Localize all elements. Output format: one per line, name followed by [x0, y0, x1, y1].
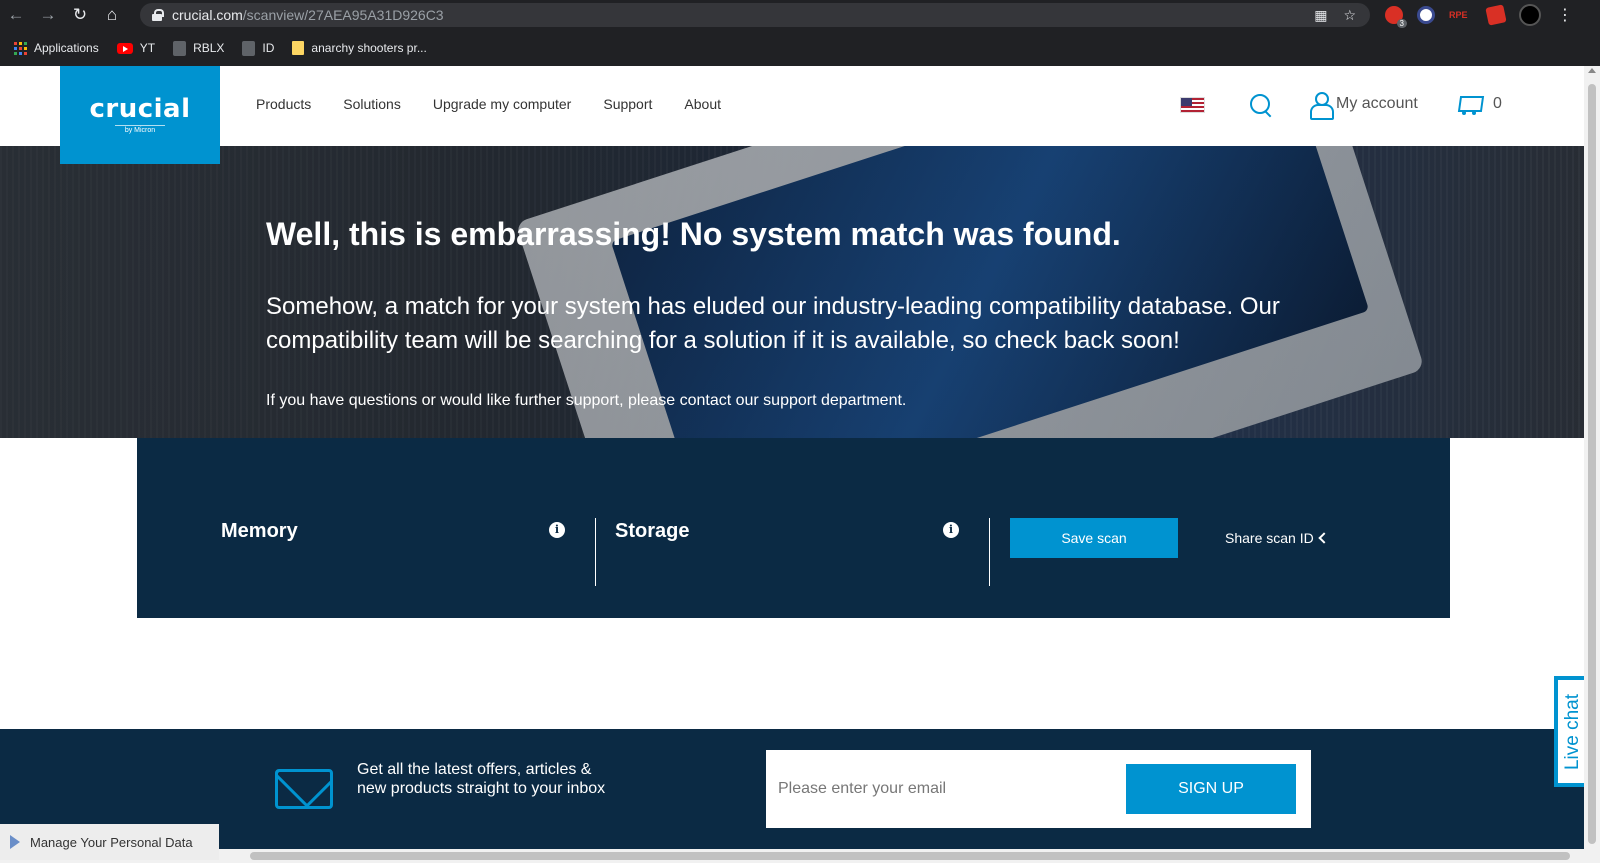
- extension-roblox-icon[interactable]: [1485, 4, 1507, 26]
- share-label: Share scan ID: [1225, 530, 1314, 546]
- url-host: crucial.com: [172, 7, 243, 23]
- account-label: My account: [1336, 95, 1418, 112]
- save-scan-button[interactable]: Save scan: [1010, 518, 1178, 558]
- folder-icon: [292, 41, 305, 55]
- bookmarks-bar: Applications YT RBLX ID anarchy shooters…: [0, 30, 1600, 66]
- user-icon: [1310, 92, 1334, 120]
- bookmark-label: ID: [262, 41, 275, 55]
- bookmark-yt[interactable]: YT: [116, 41, 156, 55]
- extensions-bar: 3 RPE ⋮: [1385, 0, 1573, 30]
- omnibox-actions: ▦ ☆: [1314, 3, 1356, 27]
- play-icon: [10, 835, 20, 849]
- divider: [989, 518, 990, 586]
- page-icon: [242, 40, 256, 56]
- main-nav: Products Solutions Upgrade my computer S…: [256, 96, 721, 112]
- bookmark-label: anarchy shooters pr...: [311, 41, 427, 55]
- bookmark-label: YT: [139, 41, 156, 55]
- url-path: /scanview/27AEA95A31D926C3: [242, 7, 444, 23]
- search-icon[interactable]: [1250, 94, 1272, 116]
- scan-results-panel: Memory i Storage i: [137, 438, 1450, 618]
- bookmark-label: RBLX: [193, 41, 225, 55]
- back-arrow-icon[interactable]: ←: [0, 0, 32, 30]
- cart-link[interactable]: 0: [1455, 92, 1502, 116]
- nav-support[interactable]: Support: [603, 96, 652, 112]
- bookmark-rblx[interactable]: RBLX: [173, 40, 225, 56]
- translate-icon[interactable]: ▦: [1314, 7, 1327, 24]
- support-text[interactable]: If you have questions or would like furt…: [266, 392, 906, 410]
- lock-icon: [152, 9, 164, 21]
- bookmark-applications[interactable]: Applications: [14, 41, 99, 55]
- address-bar[interactable]: crucial.com /scanview/27AEA95A31D926C3 ▦…: [140, 3, 1370, 27]
- crucial-logo[interactable]: crucial by Micron: [60, 66, 220, 164]
- page-icon: [173, 40, 187, 56]
- bookmark-anarchy-shooters[interactable]: anarchy shooters pr...: [292, 41, 427, 55]
- share-scan-id-button[interactable]: Share scan ID: [1225, 530, 1330, 546]
- memory-info-icon[interactable]: i: [549, 522, 565, 538]
- storage-label: Storage: [615, 520, 690, 542]
- memory-label: Memory: [221, 520, 298, 542]
- envelope-icon: [275, 769, 333, 809]
- forward-arrow-icon[interactable]: →: [32, 0, 64, 30]
- hero-title: Well, this is embarrassing! No system ma…: [266, 216, 1121, 252]
- email-input[interactable]: [778, 770, 1108, 808]
- extension-tag-label: RPE: [1449, 10, 1468, 20]
- horizontal-scrollbar-thumb[interactable]: [250, 852, 1570, 860]
- my-account-link[interactable]: My account: [1310, 92, 1418, 120]
- hero-paragraph: Somehow, a match for your system has elu…: [266, 293, 1280, 354]
- nav-solutions[interactable]: Solutions: [343, 96, 401, 112]
- bookmark-star-icon[interactable]: ☆: [1343, 7, 1356, 24]
- cart-count: 0: [1493, 95, 1502, 112]
- browser-menu-icon[interactable]: ⋮: [1557, 5, 1573, 25]
- logo-subtext: by Micron: [114, 125, 166, 134]
- hero-banner: Well, this is embarrassing! No system ma…: [0, 146, 1584, 438]
- nav-about[interactable]: About: [684, 96, 721, 112]
- extension-block-icon[interactable]: [1417, 6, 1435, 24]
- manage-personal-data-button[interactable]: Manage Your Personal Data: [0, 824, 219, 860]
- nav-upgrade-my-computer[interactable]: Upgrade my computer: [433, 96, 572, 112]
- extension-alert-icon[interactable]: 3: [1385, 6, 1407, 28]
- logo-text: crucial: [89, 94, 191, 124]
- bookmark-id[interactable]: ID: [242, 40, 275, 56]
- home-icon[interactable]: ⌂: [96, 0, 128, 30]
- vertical-scrollbar-thumb[interactable]: [1588, 84, 1596, 844]
- scroll-up-arrow-icon[interactable]: [1588, 68, 1596, 73]
- divider: [595, 518, 596, 586]
- reload-icon[interactable]: ↻: [64, 0, 96, 30]
- chevron-left-icon: [1318, 532, 1330, 544]
- storage-info-icon[interactable]: i: [943, 522, 959, 538]
- cart-icon: [1455, 92, 1481, 116]
- bookmark-label: Applications: [34, 41, 99, 55]
- manage-data-label: Manage Your Personal Data: [30, 834, 193, 850]
- profile-avatar-icon[interactable]: [1519, 4, 1541, 26]
- extension-tag-icon[interactable]: RPE: [1449, 6, 1473, 24]
- live-chat-button[interactable]: Live chat: [1554, 676, 1588, 787]
- extension-badge: 3: [1396, 19, 1407, 28]
- live-chat-label: Live chat: [1562, 693, 1584, 770]
- youtube-icon: [116, 42, 133, 54]
- nav-products[interactable]: Products: [256, 96, 311, 112]
- newsletter-text: Get all the latest offers, articles & ne…: [357, 761, 606, 797]
- us-flag-icon[interactable]: [1180, 97, 1205, 113]
- apps-grid-icon: [14, 41, 27, 55]
- sign-up-button[interactable]: SIGN UP: [1126, 764, 1296, 814]
